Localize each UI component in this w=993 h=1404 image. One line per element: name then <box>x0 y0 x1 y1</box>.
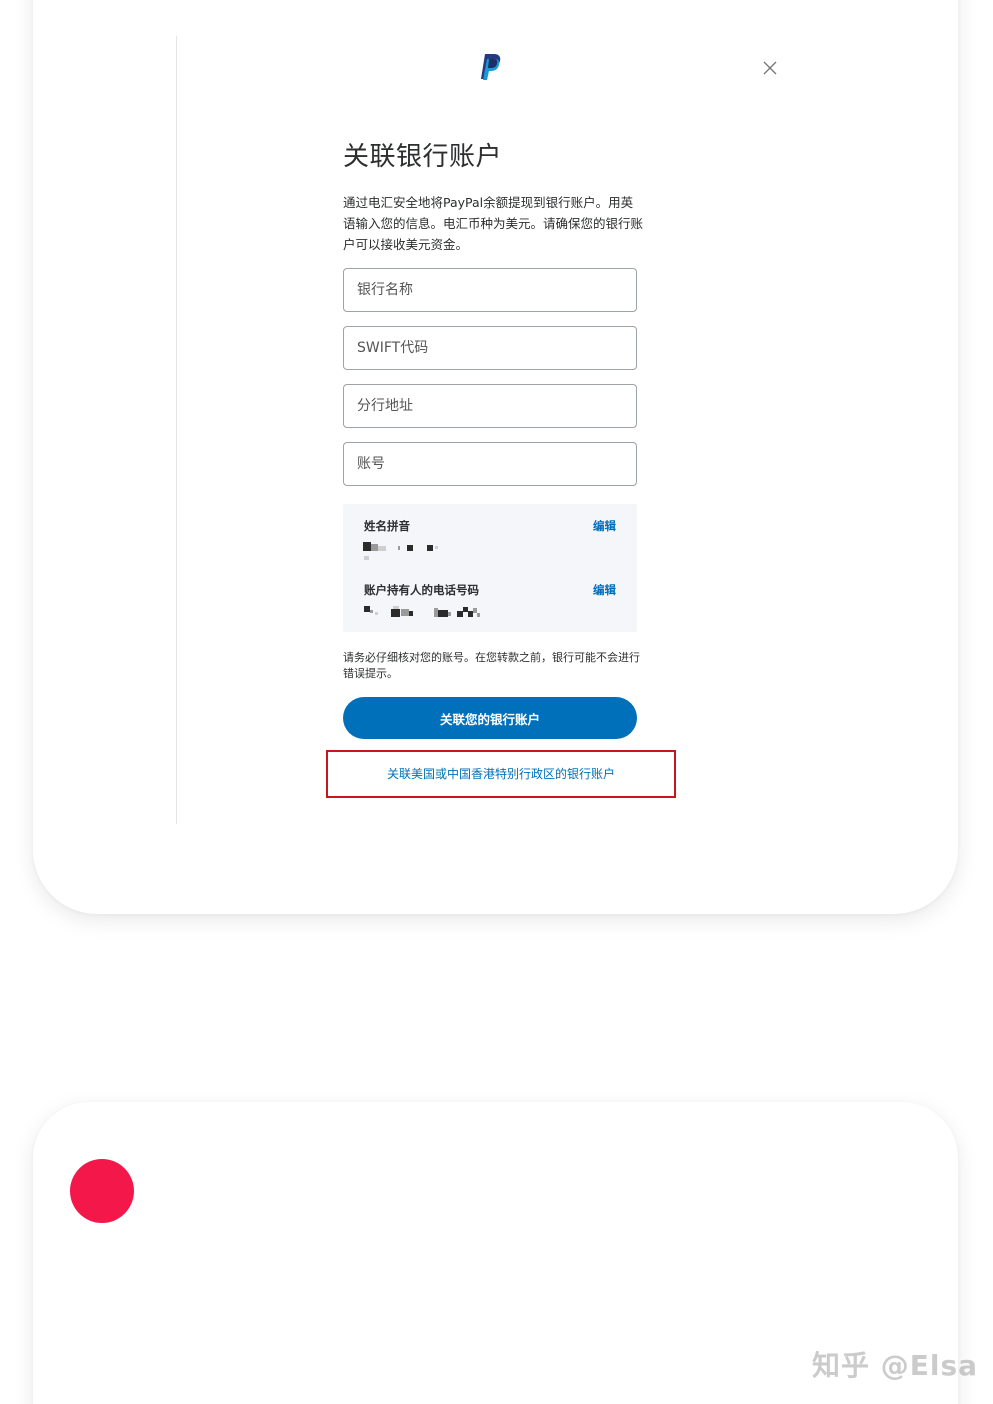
account-holder-info: 姓名拼音 编辑 账户持有人的电话号码 编辑 <box>343 504 637 632</box>
link-us-hk-bank-account[interactable]: 关联美国或中国香港特别行政区的银行账户 <box>328 765 674 782</box>
highlight-box: 关联美国或中国香港特别行政区的银行账户 <box>326 750 676 798</box>
edit-phone-link[interactable]: 编辑 <box>593 582 616 598</box>
masked-phone-value <box>361 604 521 624</box>
masked-name-value <box>361 540 521 560</box>
watermark: 知乎 @Elsa <box>812 1349 979 1382</box>
edit-name-link[interactable]: 编辑 <box>593 518 616 534</box>
divider <box>176 36 177 824</box>
close-icon[interactable] <box>760 58 780 78</box>
bank-name-input[interactable] <box>343 268 637 312</box>
warning-text: 请务必仔细核对您的账号。在您转款之前，银行可能不会进行错误提示。 <box>343 651 640 680</box>
name-pinyin-label: 姓名拼音 <box>364 519 410 533</box>
account-number-input[interactable] <box>343 442 637 486</box>
branch-address-input[interactable] <box>343 384 637 428</box>
red-dot-icon <box>70 1159 134 1223</box>
swift-code-input[interactable] <box>343 326 637 370</box>
screenshot-page: 关联银行账户 通过电汇安全地将PayPal余额提现到银行账户。用英语输入您的信息… <box>0 0 993 1404</box>
description-text: 通过电汇安全地将PayPal余额提现到银行账户。用英语输入您的信息。电汇币种为美… <box>343 195 644 252</box>
page-title: 关联银行账户 <box>343 142 503 172</box>
phone-label: 账户持有人的电话号码 <box>364 583 479 597</box>
paypal-logo-icon <box>481 54 501 80</box>
link-bank-account-button[interactable]: 关联您的银行账户 <box>343 697 637 739</box>
